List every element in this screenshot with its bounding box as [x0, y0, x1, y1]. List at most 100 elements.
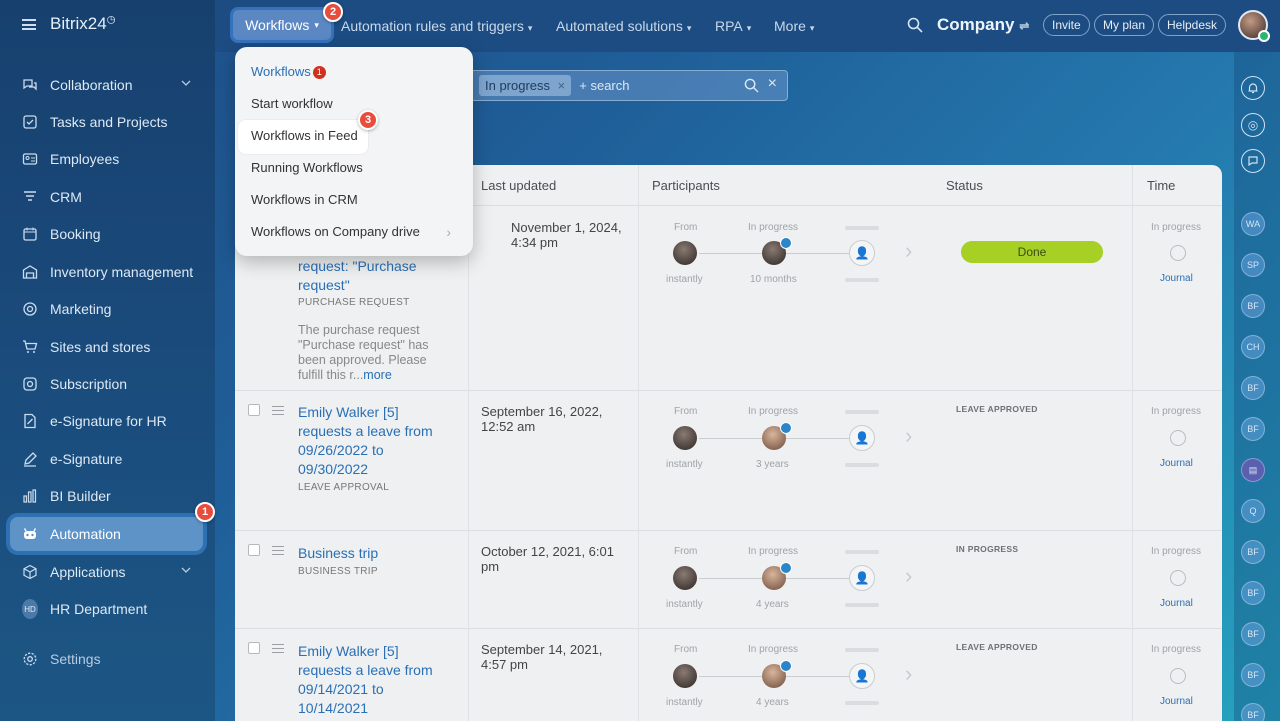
search-icon[interactable]: [744, 78, 759, 96]
company-name[interactable]: Company ⇌: [937, 15, 1029, 35]
sidebar-item-tasks[interactable]: Tasks and Projects: [10, 105, 203, 139]
rail-avatar[interactable]: BF: [1241, 703, 1265, 721]
filter-search-input[interactable]: + search: [579, 78, 629, 93]
tab-automation-rules[interactable]: Automation rules and triggers ▾: [341, 18, 532, 34]
journal-link[interactable]: Journal: [1160, 696, 1193, 707]
rail-avatar[interactable]: BF: [1241, 622, 1265, 646]
rail-avatar[interactable]: BF: [1241, 581, 1265, 605]
chevron-right-icon[interactable]: ›: [905, 661, 912, 687]
chevron-down-icon[interactable]: [181, 565, 191, 578]
sidebar-item-esignature-hr[interactable]: e-Signature for HR: [10, 404, 203, 438]
participant-avatar[interactable]: [673, 664, 697, 688]
tab-workflows[interactable]: Workflows ▾: [233, 10, 331, 40]
rail-avatar[interactable]: CH: [1241, 335, 1265, 359]
time-in-progress-label: In progress: [1151, 644, 1202, 655]
invite-button[interactable]: Invite: [1043, 14, 1090, 36]
workflow-type: BUSINESS TRIP: [298, 566, 378, 577]
row-checkbox[interactable]: [248, 544, 260, 556]
sidebar-item-sites[interactable]: Sites and stores: [10, 330, 203, 364]
from-label: From: [674, 406, 698, 417]
menu-item-workflows-in-crm[interactable]: Workflows in CRM: [251, 192, 358, 207]
journal-link[interactable]: Journal: [1160, 273, 1193, 284]
sidebar-item-esignature[interactable]: e-Signature: [10, 442, 203, 476]
sidebar-item-settings[interactable]: Settings: [10, 642, 203, 676]
sidebar-item-employees[interactable]: Employees: [10, 142, 203, 176]
time-in-progress-label: In progress: [1151, 222, 1202, 233]
tab-more[interactable]: More ▾: [774, 18, 814, 34]
chevron-down-icon: ▾: [527, 23, 533, 33]
sidebar-item-marketing[interactable]: Marketing: [10, 292, 203, 326]
sidebar-item-subscription[interactable]: Subscription: [10, 367, 203, 401]
row-checkbox[interactable]: [248, 404, 260, 416]
more-link[interactable]: more: [363, 368, 391, 382]
workflows-dropdown-menu: Workflows 1 Start workflow Workflows in F…: [235, 47, 473, 256]
status-done-button[interactable]: Done: [961, 241, 1103, 263]
duration-label: 10 months: [750, 274, 797, 285]
app-name[interactable]: Bitrix24◷: [50, 14, 115, 34]
sidebar-item-crm[interactable]: CRM: [10, 180, 203, 214]
clock-icon: [780, 562, 792, 574]
journal-link[interactable]: Journal: [1160, 458, 1193, 469]
sidebar-item-inventory[interactable]: Inventory management: [10, 255, 203, 289]
rail-avatar[interactable]: Q: [1241, 499, 1265, 523]
sidebar-item-hr-department[interactable]: HD HR Department: [10, 592, 203, 626]
messenger-icon[interactable]: [1241, 149, 1265, 173]
clock-icon: [1170, 570, 1186, 586]
sidebar-item-collaboration[interactable]: Collaboration: [10, 68, 203, 102]
rail-avatar[interactable]: BF: [1241, 376, 1265, 400]
clock-icon: [780, 422, 792, 434]
tab-rpa[interactable]: RPA ▾: [715, 18, 751, 34]
rail-chat-icon[interactable]: ▤: [1241, 458, 1265, 482]
column-header-participants[interactable]: Participants: [652, 165, 720, 205]
rail-avatar[interactable]: BF: [1241, 540, 1265, 564]
clock-icon: [780, 237, 792, 249]
filter-chip[interactable]: In progress ×: [479, 75, 572, 96]
participant-avatar[interactable]: [673, 241, 697, 265]
column-header-time[interactable]: Time: [1147, 165, 1175, 205]
rail-avatar[interactable]: WA: [1241, 212, 1265, 236]
row-checkbox[interactable]: [248, 642, 260, 654]
participant-avatar[interactable]: [673, 426, 697, 450]
duration-label: 4 years: [756, 697, 789, 708]
filter-bar[interactable]: In progress × + search ×: [470, 70, 788, 101]
chevron-right-icon[interactable]: ›: [905, 423, 912, 449]
participant-avatar[interactable]: [673, 566, 697, 590]
search-icon[interactable]: [907, 17, 923, 38]
chevron-down-icon[interactable]: [181, 78, 191, 91]
drag-handle-icon[interactable]: [272, 644, 284, 653]
sidebar-item-applications[interactable]: Applications: [10, 555, 203, 589]
column-header-last-updated[interactable]: Last updated: [481, 165, 556, 205]
close-icon[interactable]: ×: [558, 78, 566, 93]
journal-link[interactable]: Journal: [1160, 598, 1193, 609]
rail-avatar[interactable]: BF: [1241, 417, 1265, 441]
drag-handle-icon[interactable]: [272, 546, 284, 555]
close-icon[interactable]: ×: [768, 75, 777, 93]
my-plan-button[interactable]: My plan: [1094, 14, 1155, 36]
workflow-title-link[interactable]: Emily Walker [5] requests a leave from 0…: [298, 642, 448, 718]
menu-item-running-workflows[interactable]: Running Workflows: [251, 160, 363, 175]
menu-burger-icon[interactable]: [22, 18, 36, 30]
sidebar-item-automation[interactable]: Automation: [10, 517, 203, 551]
column-header-status[interactable]: Status: [946, 165, 983, 205]
menu-item-workflows-company-drive[interactable]: Workflows on Company drive: [251, 224, 420, 239]
workflow-title-link[interactable]: request: "Purchase request": [298, 257, 448, 295]
counter-badge: 1: [312, 65, 326, 79]
rail-avatar[interactable]: SP: [1241, 253, 1265, 277]
sidebar-item-bi-builder[interactable]: BI Builder: [10, 479, 203, 513]
workflow-title-link[interactable]: Business trip: [298, 544, 448, 563]
status-text: LEAVE APPROVED: [956, 404, 1038, 414]
copilot-icon[interactable]: ◎: [1241, 113, 1265, 137]
menu-item-workflows-in-feed[interactable]: Workflows in Feed: [251, 128, 358, 143]
rail-avatar[interactable]: BF: [1241, 663, 1265, 687]
menu-item-start-workflow[interactable]: Start workflow: [251, 96, 333, 111]
chevron-right-icon[interactable]: ›: [905, 238, 912, 264]
chevron-right-icon[interactable]: ›: [905, 563, 912, 589]
rail-avatar[interactable]: BF: [1241, 294, 1265, 318]
sidebar-item-booking[interactable]: Booking: [10, 217, 203, 251]
workflow-title-link[interactable]: Emily Walker [5] requests a leave from 0…: [298, 403, 448, 479]
drag-handle-icon[interactable]: [272, 406, 284, 415]
menu-item-workflows[interactable]: Workflows 1: [251, 64, 326, 79]
tab-automated-solutions[interactable]: Automated solutions ▾: [556, 18, 691, 34]
bell-icon[interactable]: [1241, 76, 1265, 100]
helpdesk-button[interactable]: Helpdesk: [1158, 14, 1227, 36]
